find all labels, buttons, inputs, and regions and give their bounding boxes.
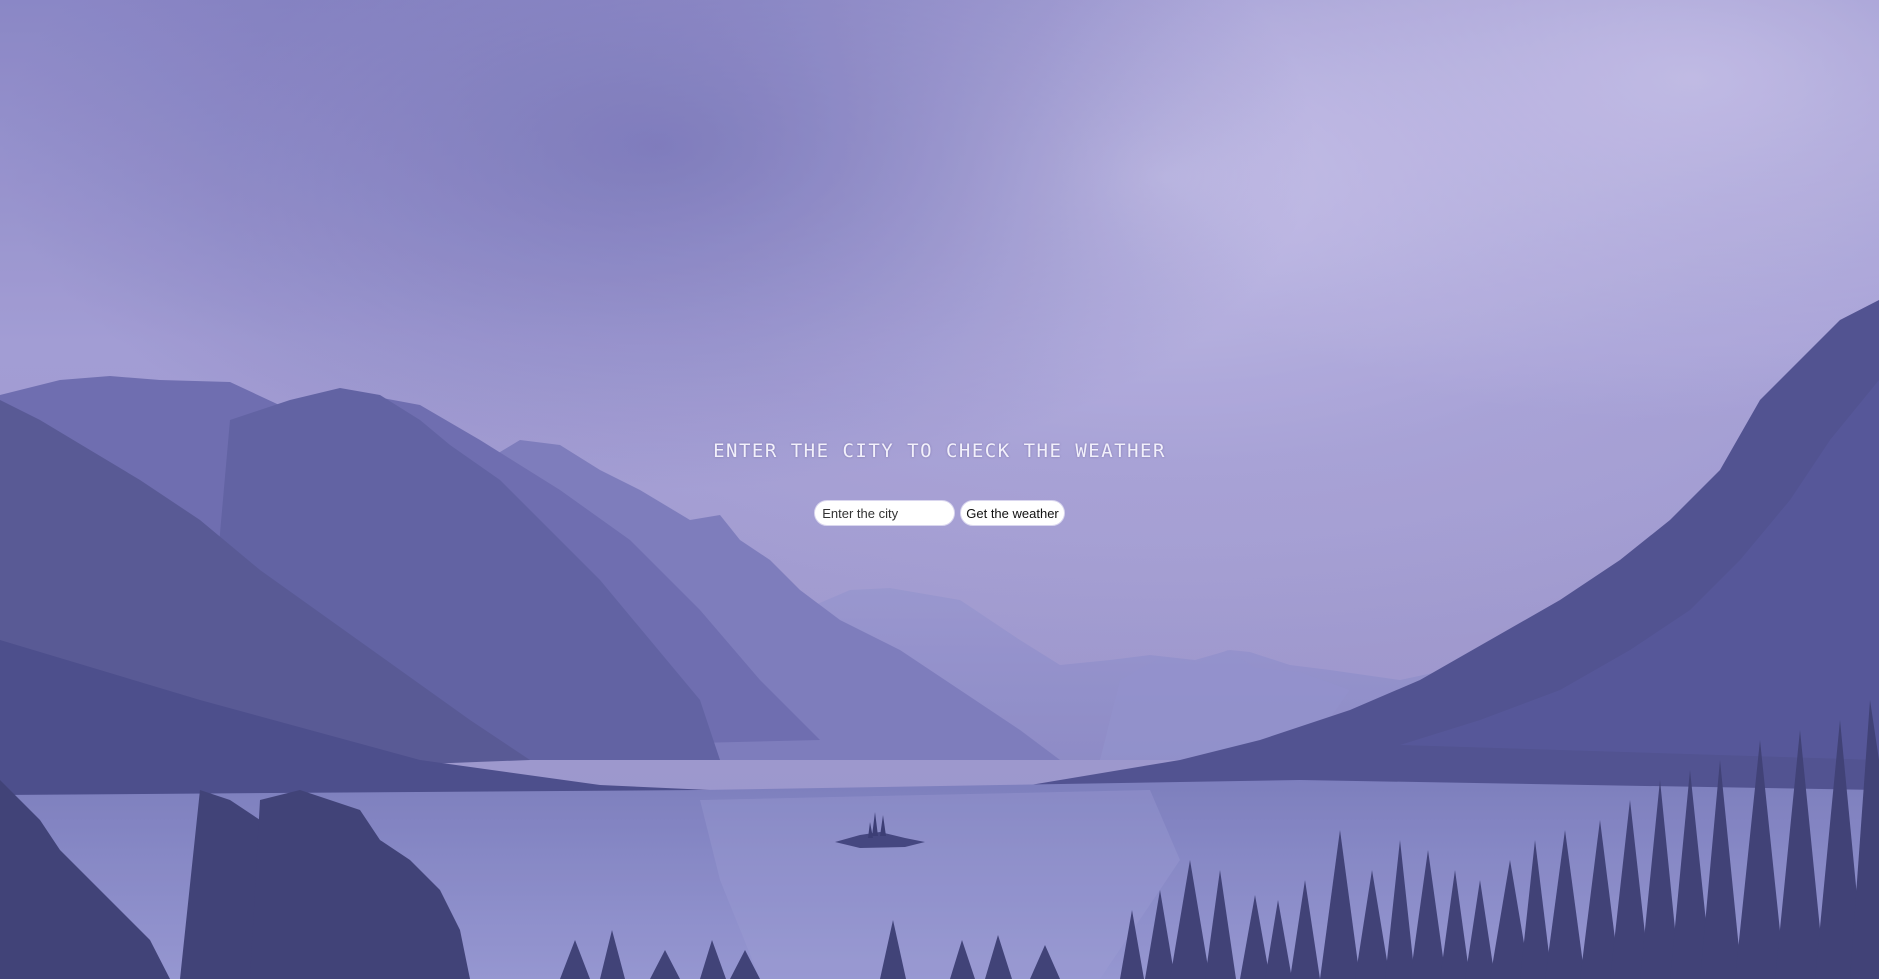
search-form: Get the weather	[0, 500, 1879, 526]
page-heading: ENTER THE CITY TO CHECK THE WEATHER	[713, 440, 1166, 462]
search-panel: ENTER THE CITY TO CHECK THE WEATHER Get …	[0, 0, 1879, 979]
get-weather-button[interactable]: Get the weather	[960, 500, 1065, 526]
city-input[interactable]	[814, 500, 956, 526]
